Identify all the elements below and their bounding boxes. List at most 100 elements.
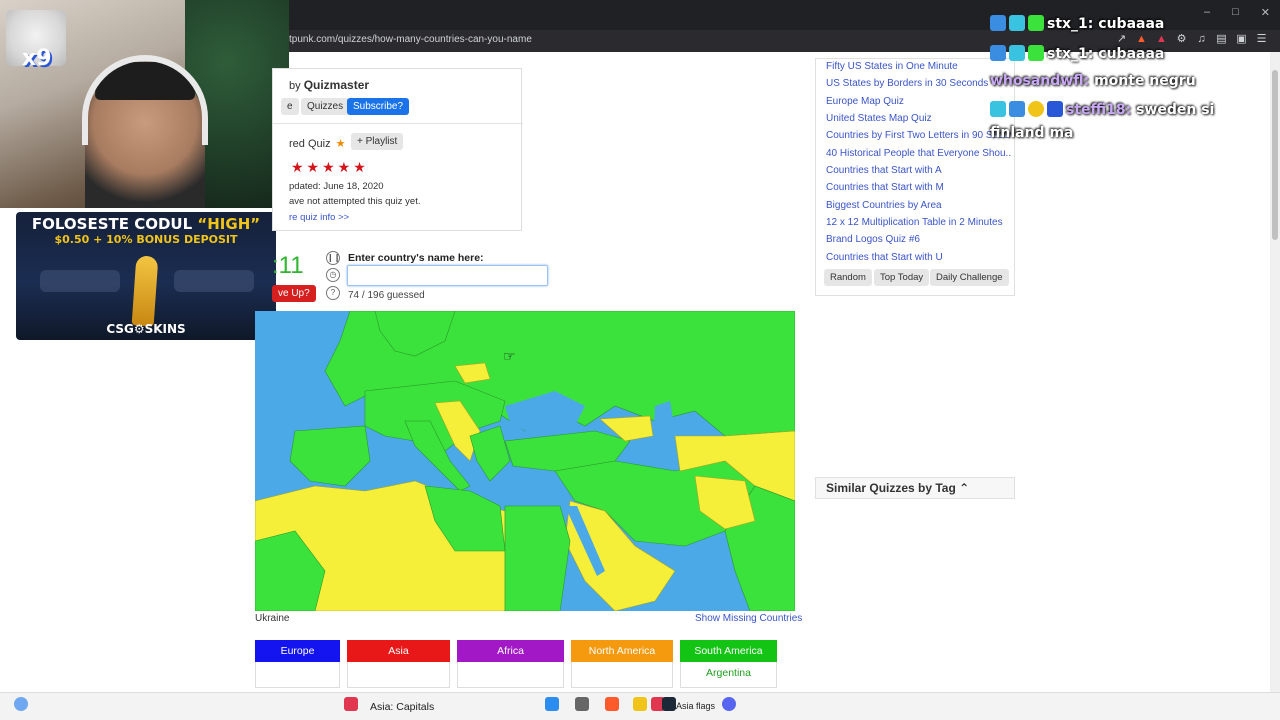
related-quiz-link[interactable]: Countries that Start with A — [826, 165, 1011, 176]
related-quiz-link[interactable]: United States Map Quiz — [826, 113, 1011, 124]
rifle-graphic — [40, 270, 120, 292]
close-icon[interactable]: ✕ — [1261, 6, 1270, 19]
steam-icon[interactable] — [662, 697, 676, 711]
ad-headline: FOLOSESTE CODUL “HIGH” — [16, 215, 276, 233]
help-icon[interactable]: ? — [326, 286, 340, 300]
brave-icon[interactable] — [605, 697, 619, 711]
ad-bonus: $0.50 + 10% BONUS DEPOSIT — [54, 233, 238, 246]
map-svg — [255, 311, 795, 611]
timer: :11 — [272, 252, 304, 279]
mouse-cursor-icon: ☞ — [503, 348, 516, 364]
attempt-status: ave not attempted this quiz yet. — [289, 196, 421, 207]
featured-star-icon: ★ — [335, 138, 346, 150]
music-icon[interactable]: ♫ — [1195, 33, 1208, 46]
continent-north-america[interactable]: North America — [571, 640, 673, 662]
chat-text: finland ma — [990, 125, 1074, 141]
extensions-icon[interactable]: ⚙ — [1175, 33, 1188, 46]
ad-brand: CSG⚙SKINS — [106, 322, 186, 336]
related-quiz-link[interactable]: 12 x 12 Multiplication Table in 2 Minute… — [826, 217, 1011, 228]
chat-message: steffi18: sweden si — [990, 101, 1214, 118]
country-input[interactable] — [347, 265, 548, 286]
discord-icon[interactable] — [722, 697, 736, 711]
badge-icon — [990, 15, 1006, 31]
continent-europe[interactable]: Europe — [255, 640, 340, 662]
menu-icon[interactable]: ☰ — [1255, 33, 1268, 46]
active-window-label[interactable]: Asia: Capitals — [370, 701, 434, 713]
chat-user: whosandwfl: — [990, 73, 1090, 89]
webcam-overlay: x9 — [0, 0, 289, 208]
similar-quizzes-header[interactable]: Similar Quizzes by Tag ⌃ — [815, 477, 1015, 499]
related-quiz-link[interactable]: Brand Logos Quiz #6 — [826, 234, 1011, 245]
multiplier-label: x9 — [22, 46, 52, 71]
related-quiz-link[interactable]: Fifty US States in One Minute — [826, 61, 1011, 72]
maximize-icon[interactable]: □ — [1232, 6, 1239, 19]
continent-africa[interactable]: Africa — [457, 640, 564, 662]
chat-message: stx_1: cubaaaa — [990, 45, 1164, 62]
region-iberia — [289, 425, 371, 487]
chat-text: cubaaaa — [1093, 46, 1165, 62]
scrollbar-thumb[interactable] — [1272, 70, 1278, 240]
more-info-link[interactable]: re quiz info >> — [289, 212, 349, 223]
window-controls[interactable]: – □ ✕ — [1204, 6, 1270, 19]
pause-icon[interactable]: ❙❙ — [326, 251, 340, 265]
chat-user: stx_1: — [1047, 46, 1094, 62]
related-quiz-link[interactable]: Biggest Countries by Area — [826, 200, 1011, 211]
show-missing-link[interactable]: Show Missing Countries — [695, 613, 802, 624]
notification-icon[interactable] — [14, 697, 28, 711]
enter-country-label: Enter country's name here: — [348, 252, 484, 264]
folder-icon[interactable] — [633, 697, 647, 711]
badge-icon — [1009, 101, 1025, 117]
chat-user: stx_1: — [1047, 16, 1094, 32]
daily-challenge-button[interactable]: Daily Challenge — [930, 269, 1009, 286]
chat-message: whosandwfl: monte negru — [990, 73, 1196, 89]
related-quiz-link[interactable]: Countries that Start with M — [826, 182, 1011, 193]
taskview-icon[interactable] — [575, 697, 589, 711]
chat-user: steffi18: — [1066, 102, 1132, 118]
playlist-button[interactable]: + Playlist — [351, 133, 404, 150]
card-divider — [273, 123, 523, 124]
world-map[interactable] — [255, 311, 795, 611]
clock-icon[interactable]: ◷ — [326, 268, 340, 282]
chat-text: sweden si — [1131, 102, 1215, 118]
related-quiz-link[interactable]: Countries by First Two Letters in 90 Sec… — [826, 130, 1011, 141]
related-quiz-link[interactable]: Countries that Start with U — [826, 252, 1011, 263]
start-icon[interactable] — [545, 697, 559, 711]
minimize-icon[interactable]: – — [1204, 6, 1210, 19]
featured-label: red Quiz ★ — [289, 137, 346, 150]
quiz-info-card: by Quizmaster e Quizzes Subscribe? red Q… — [272, 68, 523, 231]
chat-message: finland ma — [990, 125, 1074, 141]
featured-text: red Quiz — [289, 138, 331, 150]
rifle-graphic-2 — [174, 270, 254, 292]
related-quizzes: Fifty US States in One Minute US States … — [815, 58, 1015, 296]
region-greece — [469, 425, 511, 482]
similar-quizzes-label: Similar Quizzes by Tag — [826, 481, 956, 495]
random-button[interactable]: Random — [824, 269, 872, 286]
profile-button[interactable]: e — [281, 98, 299, 115]
give-up-button[interactable]: ve Up? — [272, 285, 316, 302]
continent-asia[interactable]: Asia — [347, 640, 450, 662]
author-name[interactable]: Quizmaster — [304, 78, 369, 92]
badge-icon — [990, 45, 1006, 61]
hovered-country-label: Ukraine — [255, 613, 290, 624]
continent-south-america[interactable]: South America — [680, 640, 777, 662]
europe-list — [255, 662, 340, 688]
knife-graphic — [131, 255, 159, 327]
quizzes-button[interactable]: Quizzes — [301, 98, 350, 115]
window-icon[interactable] — [344, 697, 358, 711]
ad-code: “HIGH” — [197, 215, 261, 233]
related-quiz-link[interactable]: US States by Borders in 30 Seconds — [826, 78, 1011, 89]
wallet-icon[interactable]: ▣ — [1235, 33, 1248, 46]
app-label[interactable]: Asia flags — [676, 701, 715, 711]
chat-text: monte negru — [1089, 73, 1196, 89]
chat-text: cubaaaa — [1093, 16, 1165, 32]
related-quiz-link[interactable]: 40 Historical People that Everyone Shou.… — [826, 148, 1011, 159]
badge-icon — [1047, 101, 1063, 117]
related-quiz-link[interactable]: Europe Map Quiz — [826, 96, 1011, 107]
top-today-button[interactable]: Top Today — [874, 269, 930, 286]
subscribe-button[interactable]: Subscribe? — [347, 98, 410, 115]
url-text[interactable]: tpunk.com/quizzes/how-many-countries-can… — [289, 34, 532, 45]
rating-stars[interactable]: ★★★★★ — [291, 159, 369, 176]
sidebar-icon[interactable]: ▤ — [1215, 33, 1228, 46]
badge-icon — [990, 101, 1006, 117]
badge-icon — [1009, 45, 1025, 61]
